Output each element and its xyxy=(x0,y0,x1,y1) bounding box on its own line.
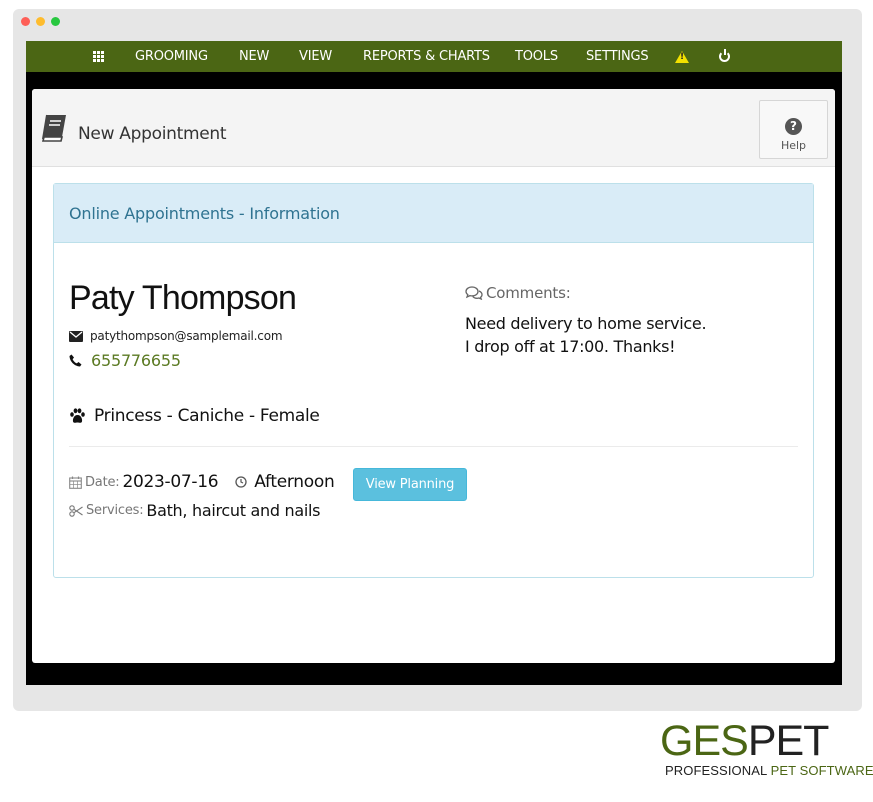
phone-icon xyxy=(69,354,82,367)
appointment-date: 2023-07-16 xyxy=(122,472,219,492)
date-row: Date: 2023-07-16 Afternoon xyxy=(69,472,335,492)
page-title: New Appointment xyxy=(78,124,227,144)
appointment-panel: New Appointment ? Help Online Appointmen… xyxy=(32,89,835,663)
services-value: Bath, haircut and nails xyxy=(146,501,321,520)
calendar-icon xyxy=(69,476,82,489)
minimize-window-button[interactable] xyxy=(36,17,45,26)
maximize-window-button[interactable] xyxy=(51,17,60,26)
comments-header: Comments: xyxy=(465,284,571,302)
phone-row: 655776655 xyxy=(69,351,181,370)
comments-text: Need delivery to home service. I drop of… xyxy=(465,312,765,358)
app-container: GROOMING NEW VIEW REPORTS & CHARTS TOOLS… xyxy=(26,41,842,685)
email-row: patythompson@samplemail.com xyxy=(69,329,283,343)
logo-tagline-professional: PROFESSIONAL xyxy=(665,763,771,778)
appointment-info-card: Online Appointments - Information Paty T… xyxy=(53,183,814,578)
nav-reports-charts[interactable]: REPORTS & CHARTS xyxy=(363,41,490,72)
divider xyxy=(69,446,798,447)
client-email[interactable]: patythompson@samplemail.com xyxy=(90,329,283,343)
help-label: Help xyxy=(780,139,807,152)
client-phone[interactable]: 655776655 xyxy=(91,351,181,370)
date-label: Date: xyxy=(85,474,120,490)
logo-name: GESPET xyxy=(660,720,873,763)
main-navbar: GROOMING NEW VIEW REPORTS & CHARTS TOOLS… xyxy=(26,41,842,72)
services-row: Services: Bath, haircut and nails xyxy=(69,501,320,520)
question-icon: ? xyxy=(785,118,802,135)
comments-line: I drop off at 17:00. Thanks! xyxy=(465,337,676,356)
pet-info: Princess - Caniche - Female xyxy=(94,406,320,426)
comments-label: Comments: xyxy=(486,284,571,302)
power-icon[interactable] xyxy=(719,41,730,72)
scissors-icon xyxy=(69,504,83,517)
client-name: Paty Thompson xyxy=(69,279,297,317)
panel-header: New Appointment ? Help xyxy=(32,89,835,167)
apps-grid-icon[interactable] xyxy=(93,41,104,72)
help-button[interactable]: ? Help xyxy=(759,100,828,159)
card-title: Online Appointments - Information xyxy=(69,204,340,223)
browser-window: GROOMING NEW VIEW REPORTS & CHARTS TOOLS… xyxy=(13,9,862,711)
nav-view[interactable]: VIEW xyxy=(299,41,332,72)
window-controls xyxy=(21,17,60,26)
appointment-shift: Afternoon xyxy=(254,472,335,492)
close-window-button[interactable] xyxy=(21,17,30,26)
envelope-icon xyxy=(69,330,83,342)
book-icon xyxy=(41,114,66,142)
paw-icon xyxy=(70,408,85,423)
card-heading: Online Appointments - Information xyxy=(54,184,813,243)
comments-icon xyxy=(465,286,483,300)
logo-tagline-software: PET SOFTWARE xyxy=(770,763,873,778)
nav-settings[interactable]: SETTINGS xyxy=(586,41,649,72)
nav-grooming[interactable]: GROOMING xyxy=(135,41,208,72)
nav-new[interactable]: NEW xyxy=(239,41,269,72)
clock-icon xyxy=(235,476,247,488)
pet-row: Princess - Caniche - Female xyxy=(69,406,320,426)
gespet-logo: GESPET PROFESSIONAL PET SOFTWARE xyxy=(660,720,873,779)
nav-tools[interactable]: TOOLS xyxy=(515,41,558,72)
logo-name-ges: GES xyxy=(660,717,749,765)
logo-name-pet: PET xyxy=(747,717,830,765)
logo-tagline: PROFESSIONAL PET SOFTWARE xyxy=(665,763,873,778)
comments-line: Need delivery to home service. xyxy=(465,314,707,333)
view-planning-button[interactable]: View Planning xyxy=(353,468,467,501)
warning-icon[interactable] xyxy=(675,41,689,72)
services-label: Services: xyxy=(86,503,144,518)
